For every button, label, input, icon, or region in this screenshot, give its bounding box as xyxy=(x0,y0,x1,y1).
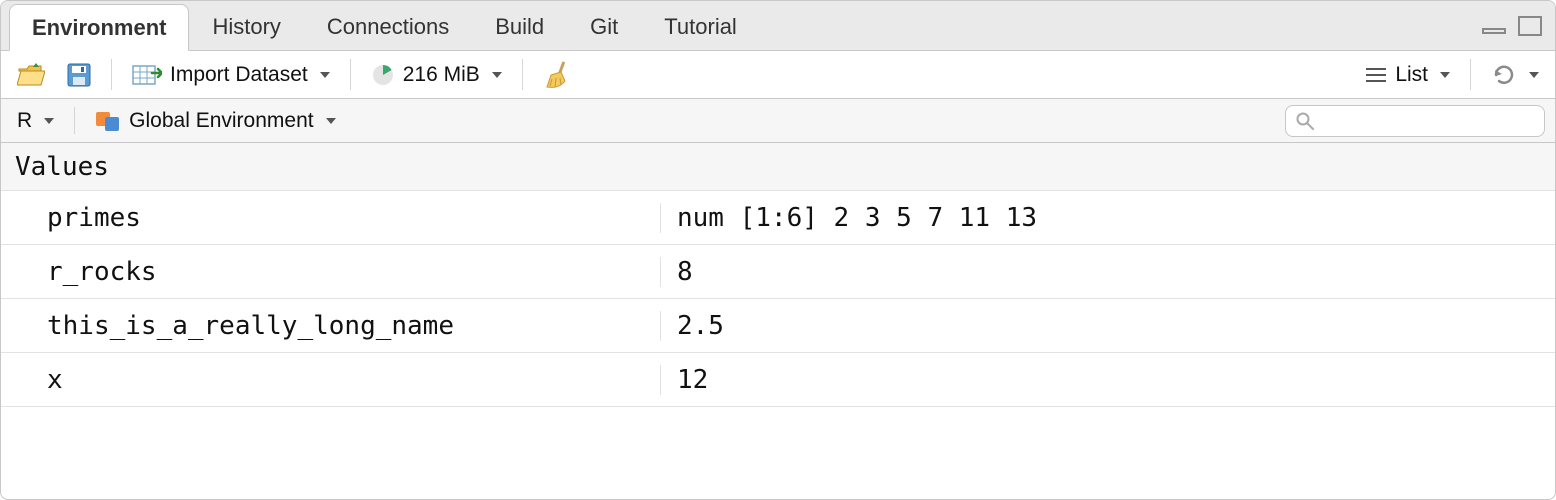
import-dataset-icon xyxy=(132,63,162,87)
open-folder-icon xyxy=(17,63,45,87)
save-icon xyxy=(67,63,91,87)
tab-label: Build xyxy=(495,14,544,40)
variable-name: r_rocks xyxy=(1,257,661,287)
minimize-icon[interactable] xyxy=(1481,17,1507,35)
variable-name: primes xyxy=(1,203,661,233)
separator xyxy=(350,59,351,90)
chevron-down-icon xyxy=(320,72,330,78)
import-dataset-label: Import Dataset xyxy=(170,63,308,87)
chevron-down-icon xyxy=(1440,72,1450,78)
view-mode-label: List xyxy=(1395,63,1428,87)
memory-usage-button[interactable]: 216 MiB xyxy=(365,61,508,89)
open-folder-button[interactable] xyxy=(11,61,51,89)
environment-pane: Environment History Connections Build Gi… xyxy=(0,0,1556,500)
separator xyxy=(111,59,112,90)
section-header-values: Values xyxy=(1,143,1555,191)
tab-label: Environment xyxy=(32,15,166,41)
broom-icon xyxy=(543,61,569,89)
toolbar-main: Import Dataset 216 MiB xyxy=(1,51,1555,99)
separator xyxy=(522,59,523,90)
refresh-button[interactable] xyxy=(1485,60,1545,90)
tab-build[interactable]: Build xyxy=(472,3,567,50)
search-input[interactable] xyxy=(1322,109,1556,132)
refresh-icon xyxy=(1491,62,1517,88)
engine-selector[interactable]: R xyxy=(11,107,60,135)
table-row[interactable]: this_is_a_really_long_name 2.5 xyxy=(1,299,1555,353)
separator xyxy=(74,107,75,134)
section-header-label: Values xyxy=(15,152,109,182)
engine-label: R xyxy=(17,109,32,133)
tab-label: Connections xyxy=(327,14,449,40)
table-row[interactable]: r_rocks 8 xyxy=(1,245,1555,299)
tab-connections[interactable]: Connections xyxy=(304,3,472,50)
table-row[interactable]: primes num [1:6] 2 3 5 7 11 13 xyxy=(1,191,1555,245)
tabstrip: Environment History Connections Build Gi… xyxy=(1,1,1555,51)
variable-value: 12 xyxy=(661,365,1555,395)
variable-value: 2.5 xyxy=(661,311,1555,341)
tab-label: Tutorial xyxy=(664,14,737,40)
variable-name: this_is_a_really_long_name xyxy=(1,311,661,341)
save-button[interactable] xyxy=(61,61,97,89)
tab-label: Git xyxy=(590,14,618,40)
import-dataset-button[interactable]: Import Dataset xyxy=(126,61,336,89)
separator xyxy=(1470,59,1471,90)
toolbar-scope: R Global Environment xyxy=(1,99,1555,143)
window-controls xyxy=(1481,1,1555,50)
variables-table: primes num [1:6] 2 3 5 7 11 13 r_rocks 8… xyxy=(1,191,1555,499)
tab-history[interactable]: History xyxy=(189,3,303,50)
variable-value: num [1:6] 2 3 5 7 11 13 xyxy=(661,203,1555,233)
scope-selector[interactable]: Global Environment xyxy=(89,107,341,135)
environment-icon xyxy=(95,110,121,132)
maximize-icon[interactable] xyxy=(1517,15,1543,37)
clear-workspace-button[interactable] xyxy=(537,59,575,91)
chevron-down-icon xyxy=(44,118,54,124)
chevron-down-icon xyxy=(326,118,336,124)
variable-name: x xyxy=(1,365,661,395)
table-row[interactable]: x 12 xyxy=(1,353,1555,407)
chevron-down-icon xyxy=(1529,72,1539,78)
tab-label: History xyxy=(212,14,280,40)
tab-tutorial[interactable]: Tutorial xyxy=(641,3,760,50)
list-icon xyxy=(1365,66,1387,84)
scope-label: Global Environment xyxy=(129,109,313,133)
memory-usage-label: 216 MiB xyxy=(403,63,480,87)
search-box[interactable] xyxy=(1285,105,1545,137)
chevron-down-icon xyxy=(492,72,502,78)
tab-git[interactable]: Git xyxy=(567,3,641,50)
tab-environment[interactable]: Environment xyxy=(9,4,189,51)
variable-value: 8 xyxy=(661,257,1555,287)
pie-chart-icon xyxy=(371,63,395,87)
search-icon xyxy=(1296,112,1314,130)
view-mode-button[interactable]: List xyxy=(1359,61,1456,89)
